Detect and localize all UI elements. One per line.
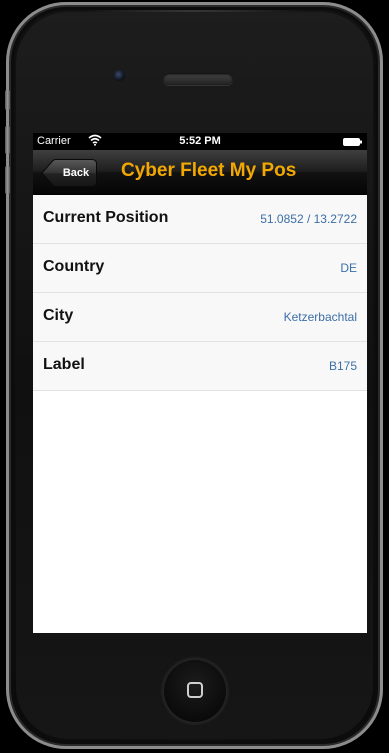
row-label: Country (43, 258, 105, 275)
page-title: Cyber Fleet My Pos (121, 160, 297, 181)
table-row-country[interactable]: Country DE (33, 244, 367, 293)
home-button[interactable] (162, 658, 228, 724)
screen: Carrier 5:52 PM Back Cyber Fleet My Pos … (33, 133, 367, 633)
row-value: Ketzerbachtal (283, 310, 357, 324)
volume-up-button (5, 126, 10, 154)
status-bar: Carrier 5:52 PM (33, 133, 367, 150)
home-button-icon (187, 682, 203, 698)
row-value: 51.0852 / 13.2722 (260, 212, 357, 226)
front-camera (114, 70, 125, 81)
mute-switch (5, 90, 10, 110)
row-label: Current Position (43, 209, 169, 226)
volume-down-button (5, 166, 10, 194)
row-value: DE (340, 261, 357, 275)
back-button[interactable]: Back (41, 159, 97, 187)
battery-icon (343, 137, 363, 146)
table-row-current-position[interactable]: Current Position 51.0852 / 13.2722 (33, 195, 367, 244)
table-row-city[interactable]: City Ketzerbachtal (33, 293, 367, 342)
row-label: City (43, 307, 74, 324)
detail-table: Current Position 51.0852 / 13.2722 Count… (33, 195, 367, 391)
row-value: B175 (328, 359, 357, 373)
earpiece-speaker (163, 73, 233, 85)
status-time: 5:52 PM (179, 135, 221, 147)
table-row-label[interactable]: Label B175 (33, 342, 367, 391)
navigation-bar: Back Cyber Fleet My Pos (33, 150, 367, 195)
back-button-label: Back (62, 167, 90, 179)
row-label: Label (43, 356, 85, 373)
